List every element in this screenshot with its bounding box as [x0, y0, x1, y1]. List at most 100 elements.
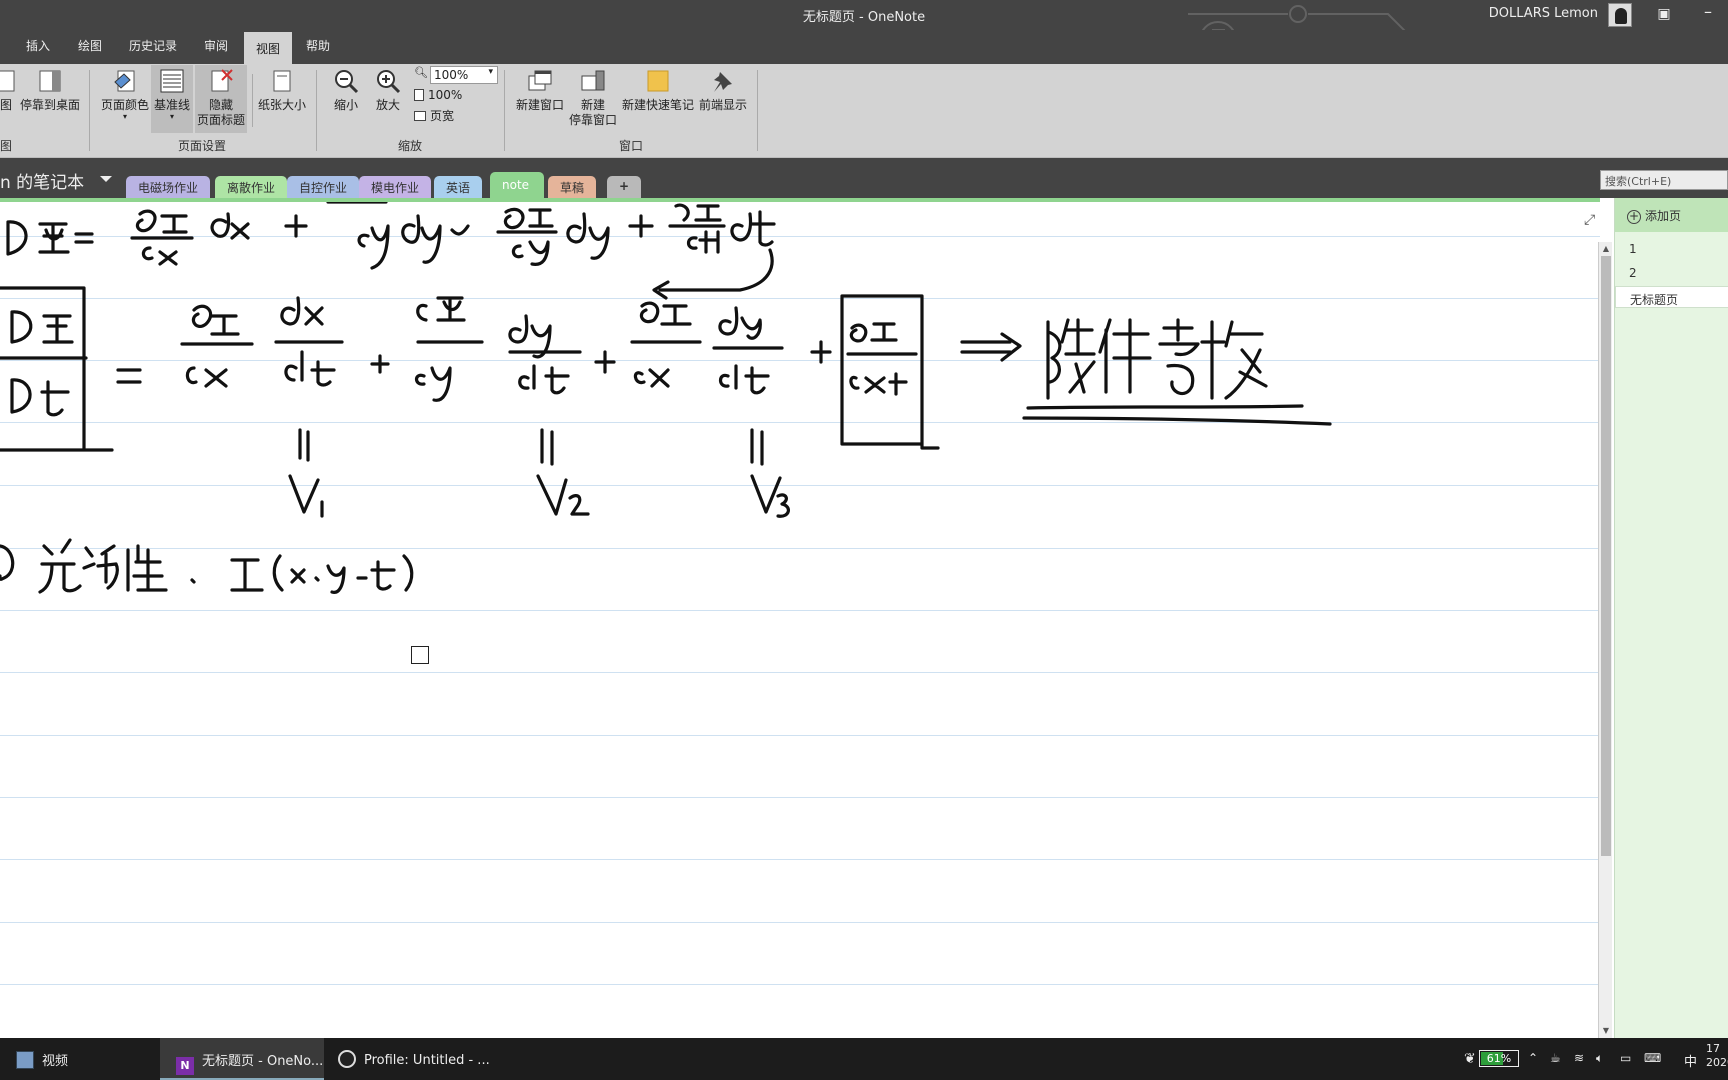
dock-to-desktop-label: 停靠到桌面 [20, 98, 81, 112]
scroll-thumb[interactable] [1601, 256, 1611, 856]
battery-indicator[interactable]: 61% [1479, 1050, 1519, 1067]
taskbar: 视频 N 无标题页 - OneNo... Profile: Untitled - … [0, 1038, 1728, 1080]
power-icon[interactable]: ▭ [1620, 1051, 1631, 1065]
taskbar-item-onenote[interactable]: N 无标题页 - OneNo... [160, 1038, 324, 1080]
page-width-icon [414, 111, 426, 121]
taskbar-item-label: Profile: Untitled - ... [364, 1053, 490, 1068]
new-quick-note-label: 新建快速笔记 [621, 98, 694, 112]
zoom-in-button[interactable]: 放大 [370, 68, 406, 113]
plus-circle-icon: + [1627, 209, 1641, 224]
dock-icon [39, 70, 61, 92]
zoom-in-icon [377, 70, 401, 94]
ribbon-display-options-icon[interactable]: ▣ [1656, 6, 1672, 22]
section-tab-active[interactable]: note [490, 172, 544, 198]
new-quick-note-button[interactable]: 新建快速笔记 [620, 68, 696, 113]
new-docked-label-line2: 停靠窗口 [568, 113, 617, 127]
group-divider [89, 70, 90, 151]
taskbar-item-label: 视频 [42, 1054, 69, 1069]
section-tab[interactable]: 自控作业 [287, 176, 360, 198]
obs-icon [338, 1050, 356, 1068]
page-color-label: 页面颜色 [100, 98, 149, 112]
zoom-group-label: 缩放 [398, 139, 423, 153]
keyboard-icon[interactable]: ⌨︎ [1644, 1051, 1661, 1065]
tab-help[interactable]: 帮助 [306, 37, 330, 54]
hide-title-icon [211, 69, 233, 92]
clock-date: 2020 [1706, 1056, 1728, 1069]
section-tab[interactable]: 英语 [434, 176, 483, 198]
scroll-down-icon[interactable]: ▼ [1601, 1026, 1611, 1036]
page-setup-group-label: 页面设置 [178, 139, 227, 153]
hide-page-title-button[interactable]: 隐藏 页面标题 [195, 65, 247, 133]
page-width-button[interactable]: 页宽 [414, 109, 454, 124]
paper-size-icon [273, 70, 291, 92]
add-page-label: 添加页 [1645, 209, 1682, 223]
paper-size-label: 纸张大小 [257, 98, 306, 112]
zoom-out-button[interactable]: 缩小 [328, 68, 364, 113]
add-section-button[interactable]: + [607, 176, 642, 198]
avatar[interactable] [1608, 3, 1632, 27]
chevron-down-icon: ▾ [488, 67, 493, 77]
group-divider [757, 70, 758, 151]
page-icon [414, 89, 424, 101]
page-item[interactable]: 1 [1615, 238, 1728, 260]
ink-row-4 [0, 538, 414, 594]
always-on-top-button[interactable]: 前端显示 [698, 68, 748, 113]
minimize-button[interactable]: – [1696, 2, 1720, 24]
new-window-icon [528, 70, 552, 91]
zoom-select[interactable]: 100% ▾ [430, 66, 498, 84]
taskbar-item-video[interactable]: 视频 [16, 1038, 156, 1080]
video-folder-icon [16, 1051, 34, 1069]
tab-view[interactable]: 视图 [244, 32, 293, 64]
tab-draw[interactable]: 绘图 [78, 37, 102, 54]
add-page-button[interactable]: + 添加页 [1615, 198, 1728, 232]
title-bar: 无标题页 - OneNote DOLLARS Lemon ▣ – [0, 0, 1728, 61]
pin-icon [714, 72, 732, 92]
page-canvas[interactable]: ⤢ [0, 198, 1600, 1038]
page-item[interactable]: 2 [1615, 262, 1728, 284]
ribbon-tab-bar: 插入 绘图 历史记录 审阅 视图 帮助 [0, 30, 1728, 64]
ink-row-1 [6, 202, 776, 300]
new-window-label: 新建窗口 [515, 98, 564, 112]
section-tab[interactable]: 模电作业 [359, 176, 432, 198]
search-input[interactable]: 搜索(Ctrl+E) [1600, 170, 1728, 190]
tab-review[interactable]: 审阅 [204, 37, 228, 54]
volume-icon[interactable]: 🔈︎ [1596, 1051, 1603, 1066]
ink-row-2 [0, 286, 1332, 452]
handwritten-ink [0, 202, 1332, 594]
show-hidden-icons-icon[interactable]: ⌃ [1528, 1051, 1538, 1065]
notebook-name[interactable]: n 的笔记本 [0, 168, 84, 193]
taskbar-item-obs[interactable]: Profile: Untitled - ... [334, 1038, 494, 1080]
scroll-up-icon[interactable]: ▲ [1601, 244, 1611, 254]
tab-history[interactable]: 历史记录 [129, 37, 177, 54]
hundred-percent-button[interactable]: 100% [414, 88, 462, 103]
new-docked-label-line1: 新建 [580, 98, 605, 112]
ink-row-3 [288, 428, 790, 518]
view-button[interactable]: 视图 [0, 68, 16, 113]
new-docked-window-button[interactable]: 新建 停靠窗口 [568, 68, 618, 128]
page-item-current[interactable]: 无标题页 [1615, 286, 1728, 308]
page-width-label: 页宽 [430, 109, 455, 123]
app-tray-icon[interactable]: ☕ [1550, 1051, 1561, 1065]
page-color-button[interactable]: 页面颜色 ▾ [100, 68, 150, 121]
ink-selection-cursor[interactable] [411, 646, 429, 664]
rule-lines-icon [160, 69, 184, 93]
paper-size-button[interactable]: 纸张大小 [256, 68, 308, 113]
section-tab[interactable]: 草稿 [548, 176, 597, 198]
clock-time: 17 [1706, 1042, 1720, 1055]
page-scrollbar[interactable]: ▲ ▼ [1598, 242, 1612, 1038]
user-name[interactable]: DOLLARS Lemon [1489, 6, 1598, 21]
dock-to-desktop-button[interactable]: 停靠到桌面 [20, 68, 80, 113]
leaf-icon[interactable]: ❦ [1464, 1051, 1476, 1067]
tab-insert[interactable]: 插入 [26, 37, 50, 54]
notebook-chevron-down-icon[interactable] [100, 176, 112, 182]
section-tab[interactable]: 离散作业 [215, 176, 288, 198]
rule-lines-button[interactable]: 基准线 ▾ [151, 65, 193, 133]
ime-indicator[interactable]: 中 [1684, 1051, 1697, 1070]
view-group-label: 图 [0, 139, 13, 153]
section-tab[interactable]: 电磁场作业 [126, 176, 211, 198]
wifi-icon[interactable]: ≋ [1574, 1051, 1584, 1065]
onenote-icon: N [176, 1057, 194, 1075]
always-on-top-label: 前端显示 [698, 98, 747, 112]
new-window-button[interactable]: 新建窗口 [514, 68, 566, 113]
clock[interactable]: 17 2020 [1706, 1042, 1728, 1070]
